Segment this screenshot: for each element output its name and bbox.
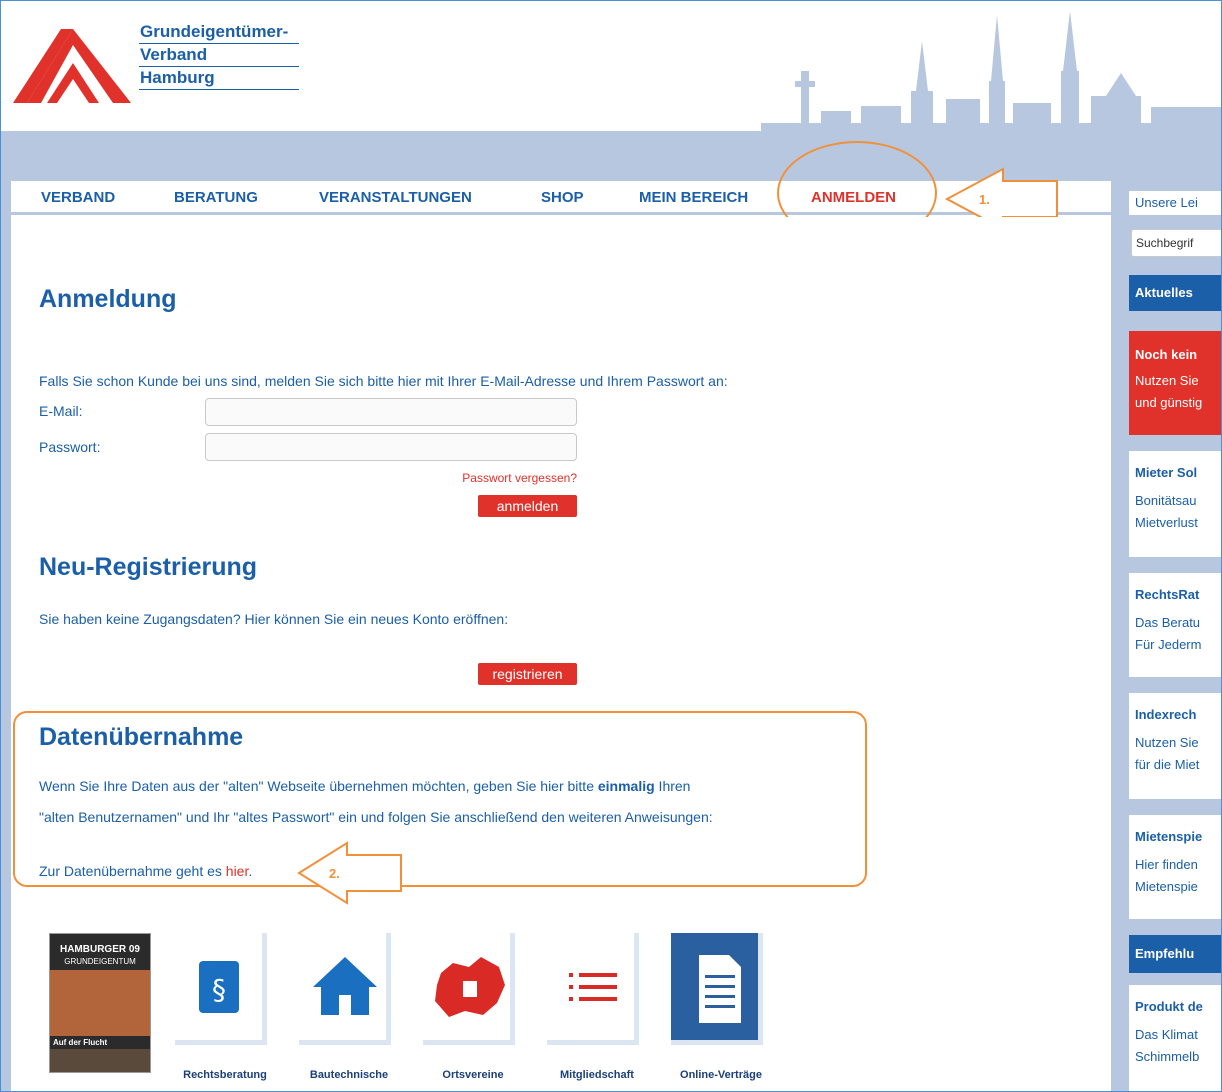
password-label: Passwort: bbox=[39, 439, 101, 455]
sidebar-mieter-title: Mieter Sol bbox=[1135, 465, 1198, 480]
logo-roof-icon[interactable] bbox=[13, 23, 131, 107]
tile-online-vertraege[interactable] bbox=[671, 933, 763, 1045]
login-heading: Anmeldung bbox=[39, 285, 177, 313]
sidebar-empfehlung-header[interactable]: Empfehlu bbox=[1129, 935, 1221, 973]
logo-text[interactable]: Grundeigentümer- Verband Hamburg bbox=[139, 21, 299, 90]
magazine-cover[interactable]: HAMBURGER 09 GRUNDEIGENTUM Auf der Fluch… bbox=[49, 933, 151, 1073]
sidebar-produkt-line-2: Schimmelb bbox=[1135, 1049, 1200, 1064]
tile-ortsvereine[interactable] bbox=[423, 933, 515, 1045]
tile-mitgliedschaft[interactable] bbox=[547, 933, 639, 1045]
sidebar-box-indexrechner[interactable]: Indexrech Nutzen Sie für die Miet bbox=[1129, 693, 1221, 799]
tile-label-online-vertraege[interactable]: Online-Verträge bbox=[669, 1069, 773, 1081]
sidebar-box-rechtsrat[interactable]: RechtsRat Das Beratu Für Jederm bbox=[1129, 573, 1221, 677]
law-book-icon: § bbox=[199, 961, 239, 1013]
sidebar-promo-title: Noch kein bbox=[1135, 347, 1198, 362]
tile-label-bautechnische[interactable]: Bautechnische bbox=[297, 1069, 401, 1081]
sidebar-mieter-line-2: Mietverlust bbox=[1135, 515, 1198, 530]
sidebar-promo-box[interactable]: Noch kein Nutzen Sie und günstig bbox=[1129, 331, 1221, 435]
tile-label-ortsvereine[interactable]: Ortsvereine bbox=[421, 1069, 525, 1081]
tile-label-rechtsberatung[interactable]: Rechtsberatung bbox=[173, 1069, 277, 1081]
house-icon bbox=[313, 957, 377, 1015]
magazine-subtitle: GRUNDEIGENTUM bbox=[50, 957, 150, 970]
register-heading: Neu-Registrierung bbox=[39, 553, 258, 581]
sidebar-mieten-title: Mietenspie bbox=[1135, 829, 1203, 844]
site-header: Grundeigentümer- Verband Hamburg bbox=[1, 1, 1221, 181]
sidebar-box-produkt[interactable]: Produkt de Das Klimat Schimmelb bbox=[1129, 985, 1221, 1091]
logo-line-2: Verband bbox=[139, 44, 299, 67]
sidebar-mieten-line-1: Hier finden bbox=[1135, 857, 1198, 872]
list-icon bbox=[569, 973, 617, 1001]
sidebar-aktuelles-header[interactable]: Aktuelles bbox=[1129, 275, 1221, 311]
sidebar-rechtsrat-title: RechtsRat bbox=[1135, 587, 1200, 602]
content-gutter bbox=[1111, 181, 1129, 1091]
forgot-password-link[interactable]: Passwort vergessen? bbox=[456, 471, 577, 485]
migration-text-1-pre: Wenn Sie Ihre Daten aus der "alten" Webs… bbox=[39, 778, 598, 794]
sidebar-rechtsrat-line-1: Das Beratu bbox=[1135, 615, 1201, 630]
annotation-step-1: 1. bbox=[979, 192, 990, 207]
sidebar-produkt-title: Produkt de bbox=[1135, 999, 1203, 1014]
nav-verband[interactable]: VERBAND bbox=[41, 189, 115, 206]
nav-mein-bereich[interactable]: MEIN BEREICH bbox=[639, 189, 748, 206]
main-content: Anmeldung Falls Sie schon Kunde bei uns … bbox=[11, 217, 1111, 1091]
sidebar-produkt-line-1: Das Klimat bbox=[1135, 1027, 1198, 1042]
nav-beratung[interactable]: BERATUNG bbox=[174, 189, 258, 206]
login-button[interactable]: anmelden bbox=[478, 495, 577, 517]
sidebar-box-mieter[interactable]: Mieter Sol Bonitätsau Mietverlust bbox=[1129, 451, 1221, 557]
sidebar-top-link-label: Unsere Lei bbox=[1135, 195, 1198, 210]
migration-text-1-post: Ihren bbox=[654, 778, 691, 794]
left-gutter bbox=[1, 181, 11, 1091]
sidebar-rechtsrat-line-2: Für Jederm bbox=[1135, 637, 1202, 652]
tile-label-mitgliedschaft[interactable]: Mitgliedschaft bbox=[545, 1069, 649, 1081]
migration-link[interactable]: hier bbox=[226, 863, 249, 879]
email-field[interactable] bbox=[205, 398, 577, 426]
sidebar-box-mietenspiegel[interactable]: Mietenspie Hier finden Mietenspie bbox=[1129, 815, 1221, 919]
migration-link-pre: Zur Datenübernahme geht es bbox=[39, 863, 226, 879]
login-intro: Falls Sie schon Kunde bei uns sind, meld… bbox=[39, 373, 728, 389]
annotation-step-2: 2. bbox=[329, 866, 340, 881]
document-icon bbox=[699, 955, 741, 1023]
annotation-arrow-2-icon: 2. bbox=[297, 841, 402, 905]
magazine-headline: Auf der Flucht bbox=[50, 1036, 150, 1049]
sidebar-index-title: Indexrech bbox=[1135, 707, 1197, 722]
sidebar-empfehlung-label: Empfehlu bbox=[1135, 946, 1195, 961]
logo-line-1: Grundeigentümer- bbox=[139, 21, 299, 44]
sidebar-aktuelles-label: Aktuelles bbox=[1135, 285, 1193, 300]
hamburg-map-icon bbox=[435, 957, 505, 1017]
nav-veranstaltungen[interactable]: VERANSTALTUNGEN bbox=[319, 189, 472, 206]
page: Grundeigentümer- Verband Hamburg VERBAND… bbox=[0, 0, 1222, 1092]
migration-link-post: . bbox=[248, 863, 253, 879]
magazine-title: HAMBURGER 09 bbox=[50, 934, 150, 957]
magazine-image bbox=[50, 970, 150, 1036]
service-tiles: HAMBURGER 09 GRUNDEIGENTUM Auf der Fluch… bbox=[11, 933, 1111, 1091]
sidebar-promo-line-1: Nutzen Sie bbox=[1135, 373, 1199, 388]
sidebar-index-line-1: Nutzen Sie bbox=[1135, 735, 1199, 750]
migration-text-2: "alten Benutzernamen" und Ihr "altes Pas… bbox=[39, 809, 713, 825]
sidebar-search-input[interactable]: Suchbegrif bbox=[1131, 229, 1221, 257]
right-sidebar: Unsere Lei Suchbegrif Aktuelles Noch kei… bbox=[1129, 181, 1221, 1091]
sidebar-mieten-line-2: Mietenspie bbox=[1135, 879, 1198, 894]
hamburg-skyline-graphic bbox=[761, 11, 1221, 133]
sidebar-search-placeholder: Suchbegrif bbox=[1136, 236, 1194, 250]
password-field[interactable] bbox=[205, 433, 577, 461]
migration-heading: Datenübernahme bbox=[39, 723, 244, 751]
sidebar-mieter-line-1: Bonitätsau bbox=[1135, 493, 1197, 508]
sidebar-index-line-2: für die Miet bbox=[1135, 757, 1200, 772]
register-intro: Sie haben keine Zugangsdaten? Hier könne… bbox=[39, 611, 509, 627]
email-label: E-Mail: bbox=[39, 403, 83, 419]
migration-text-1: Wenn Sie Ihre Daten aus der "alten" Webs… bbox=[39, 778, 690, 794]
tile-rechtsberatung[interactable]: § bbox=[175, 933, 267, 1045]
register-button[interactable]: registrieren bbox=[478, 663, 577, 685]
migration-link-line: Zur Datenübernahme geht es hier. bbox=[39, 863, 252, 879]
svg-text:§: § bbox=[212, 973, 226, 1006]
tile-bautechnische[interactable] bbox=[299, 933, 391, 1045]
nav-shop[interactable]: SHOP bbox=[541, 189, 584, 206]
sidebar-top-link[interactable]: Unsere Lei bbox=[1129, 191, 1221, 215]
migration-text-1-bold: einmalig bbox=[597, 778, 655, 794]
sidebar-promo-line-2: und günstig bbox=[1135, 395, 1203, 410]
logo-line-3: Hamburg bbox=[139, 67, 299, 90]
